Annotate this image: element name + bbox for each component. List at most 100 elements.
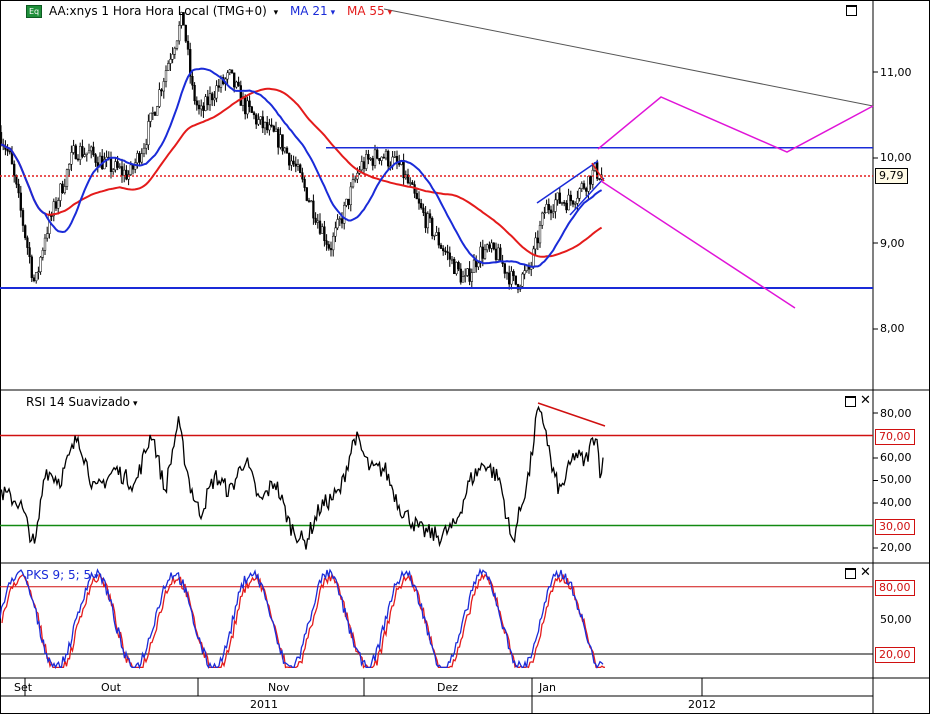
candle-body xyxy=(318,220,322,234)
pks-close-icon[interactable]: ✕ xyxy=(860,566,871,579)
symbol-label[interactable]: AA:xnys 1 Hora Hora Local (TMG+0) xyxy=(49,4,267,18)
candle-body xyxy=(310,200,313,203)
price-maximize-icon[interactable] xyxy=(846,5,857,16)
candle-body xyxy=(321,226,324,234)
candle-body xyxy=(81,146,84,157)
candle-body xyxy=(118,166,121,168)
price-axis-label: 8,00 xyxy=(880,322,905,335)
candle-body xyxy=(246,100,249,115)
candle-body xyxy=(186,40,190,50)
last-price-badge: 9,79 xyxy=(875,168,908,184)
candle-body xyxy=(237,81,240,86)
candle-body xyxy=(299,164,302,173)
candle-body xyxy=(228,69,231,74)
candle-body xyxy=(336,219,339,229)
candle-body xyxy=(431,217,434,237)
pks-dropdown-icon[interactable]: ▾ xyxy=(94,572,99,582)
candle-body xyxy=(569,194,572,202)
candle-body xyxy=(351,179,355,188)
rsi-upper-level-badge: 70,00 xyxy=(875,429,915,445)
candle-body xyxy=(50,215,53,217)
candle-body xyxy=(578,188,581,199)
candle-body xyxy=(468,268,471,282)
candle-body xyxy=(415,193,418,200)
candle-body xyxy=(59,183,62,201)
candle-body xyxy=(63,186,66,193)
candle-body xyxy=(428,213,432,219)
candle-body xyxy=(250,106,253,113)
candle-body xyxy=(347,198,350,206)
candle-body xyxy=(283,147,286,152)
candle-body xyxy=(149,112,152,122)
price-axis-label: 10,00 xyxy=(880,151,912,164)
pks-upper-level-badge: 80,00 xyxy=(875,580,915,596)
candle-body xyxy=(479,246,482,264)
candle-body xyxy=(371,158,374,166)
candle-body xyxy=(488,244,491,249)
ma21-label[interactable]: MA 21 xyxy=(290,4,328,18)
chart-header: Eq AA:xnys 1 Hora Hora Local (TMG+0) ▾ M… xyxy=(26,4,392,20)
candle-body xyxy=(292,160,295,165)
candle-body xyxy=(574,203,577,205)
candle-body xyxy=(76,158,80,161)
candle-body xyxy=(490,242,493,249)
candle-body xyxy=(512,271,515,277)
candle-body xyxy=(54,201,58,209)
candle-body xyxy=(28,247,31,258)
candle-body xyxy=(239,85,242,106)
candle-body xyxy=(373,149,377,166)
symbol-dropdown-icon[interactable]: ▾ xyxy=(274,8,279,18)
candle-body xyxy=(296,164,300,167)
candle-body xyxy=(565,202,568,211)
pks-signal-line xyxy=(1,572,606,669)
candle-body xyxy=(411,182,414,185)
rsi-dropdown-icon[interactable]: ▾ xyxy=(133,399,138,409)
year-label: 2012 xyxy=(688,698,716,711)
candle-body xyxy=(21,210,25,226)
candle-body xyxy=(233,72,236,88)
candle-body xyxy=(362,161,366,169)
ma21-dropdown-icon[interactable]: ▾ xyxy=(331,8,336,18)
candle-body xyxy=(171,53,174,60)
candle-body xyxy=(376,149,379,159)
candle-body xyxy=(136,153,139,164)
candle-body xyxy=(178,25,181,42)
candle-body xyxy=(417,198,421,204)
pks-title[interactable]: PKS 9; 5; 5 xyxy=(26,568,91,582)
candle-body xyxy=(464,275,467,277)
candle-body xyxy=(259,116,262,120)
rsi-maximize-icon[interactable] xyxy=(845,396,856,407)
candle-body xyxy=(552,211,555,214)
month-label: Jan xyxy=(539,681,556,694)
candle-body xyxy=(435,232,438,236)
candle-body xyxy=(585,188,588,192)
candle-body xyxy=(226,72,229,80)
price-axis-label: 9,00 xyxy=(880,237,905,250)
candle-body xyxy=(560,202,564,204)
rsi-close-icon[interactable]: ✕ xyxy=(860,394,871,407)
ma55-label[interactable]: MA 55 xyxy=(347,4,385,18)
candle-body xyxy=(266,122,269,131)
pks-maximize-icon[interactable] xyxy=(845,568,856,579)
candle-body xyxy=(384,150,388,159)
candle-body xyxy=(510,271,513,285)
candle-body xyxy=(162,81,165,92)
candle-body xyxy=(17,183,20,194)
candle-body xyxy=(437,232,440,246)
candle-body xyxy=(477,262,480,268)
candle-body xyxy=(483,249,487,259)
ma55-dropdown-icon[interactable]: ▾ xyxy=(388,8,393,18)
rsi-title[interactable]: RSI 14 Suavizado xyxy=(26,395,130,409)
pks-main-line xyxy=(0,567,604,670)
candle-body xyxy=(503,263,506,274)
candle-body xyxy=(213,97,216,101)
candle-body xyxy=(129,164,132,175)
candle-body xyxy=(160,89,163,92)
chart-canvas xyxy=(0,0,930,714)
candle-body xyxy=(85,152,88,155)
candle-body xyxy=(448,252,451,260)
candle-body xyxy=(39,256,42,272)
candle-body xyxy=(532,248,535,267)
outer-frame xyxy=(0,0,930,714)
candle-body xyxy=(591,169,594,185)
